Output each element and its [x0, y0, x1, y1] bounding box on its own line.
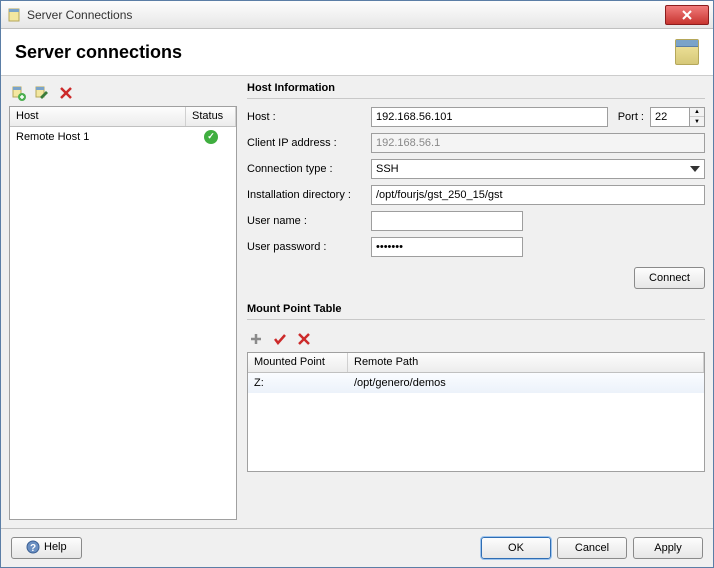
col-header-host[interactable]: Host — [10, 107, 186, 126]
server-icon — [675, 39, 699, 65]
installdir-input[interactable] — [371, 185, 705, 205]
username-input[interactable] — [371, 211, 523, 231]
right-panel: Host Information Host : Port : ▲ ▼ — [247, 82, 705, 520]
table-row[interactable]: Remote Host 1 ✓ — [10, 127, 236, 147]
edit-host-icon — [34, 85, 50, 101]
page-title: Server connections — [15, 42, 675, 63]
host-name-cell: Remote Host 1 — [10, 129, 186, 145]
add-host-icon — [10, 85, 26, 101]
hostinfo-title: Host Information — [247, 82, 705, 94]
window: Server Connections Server connections — [0, 0, 714, 568]
help-label: Help — [44, 541, 67, 553]
edit-host-button[interactable] — [33, 84, 51, 102]
check-icon — [273, 332, 287, 346]
remote-path-cell: /opt/genero/demos — [348, 375, 704, 391]
mounted-point-cell: Z: — [248, 375, 348, 391]
mount-table: Mounted Point Remote Path Z: /opt/genero… — [247, 352, 705, 472]
footer: ? Help OK Cancel Apply — [1, 528, 713, 567]
conntype-select[interactable]: SSH — [371, 159, 705, 179]
col-header-remote-path[interactable]: Remote Path — [348, 353, 704, 372]
table-row[interactable]: Z: /opt/genero/demos — [248, 373, 704, 393]
add-host-button[interactable] — [9, 84, 27, 102]
window-title: Server Connections — [27, 8, 665, 22]
delete-icon — [59, 86, 73, 100]
delete-host-button[interactable] — [57, 84, 75, 102]
mount-table-header: Mounted Point Remote Path — [248, 353, 704, 373]
validate-mount-button[interactable] — [271, 330, 289, 348]
help-icon: ? — [26, 540, 40, 554]
svg-text:?: ? — [30, 543, 36, 554]
delete-icon — [297, 332, 311, 346]
status-ok-icon: ✓ — [204, 130, 218, 144]
header-area: Server connections — [1, 29, 713, 76]
body: Host Status Remote Host 1 ✓ Host Informa… — [1, 76, 713, 567]
plus-icon — [249, 332, 263, 346]
col-header-mounted-point[interactable]: Mounted Point — [248, 353, 348, 372]
host-label: Host : — [247, 111, 365, 123]
hosts-table: Host Status Remote Host 1 ✓ — [9, 106, 237, 520]
user-label: User name : — [247, 215, 365, 227]
cancel-button[interactable]: Cancel — [557, 537, 627, 559]
titlebar: Server Connections — [1, 1, 713, 29]
close-icon — [682, 10, 692, 20]
clientip-input — [371, 133, 705, 153]
add-mount-button[interactable] — [247, 330, 265, 348]
close-button[interactable] — [665, 5, 709, 25]
delete-mount-button[interactable] — [295, 330, 313, 348]
port-label: Port : — [618, 111, 644, 123]
password-input[interactable] — [371, 237, 523, 257]
port-down-button[interactable]: ▼ — [690, 117, 704, 126]
port-up-button[interactable]: ▲ — [690, 108, 704, 117]
apply-button[interactable]: Apply — [633, 537, 703, 559]
left-panel: Host Status Remote Host 1 ✓ — [9, 82, 237, 520]
ok-button[interactable]: OK — [481, 537, 551, 559]
hostinfo-divider — [247, 98, 705, 99]
installdir-label: Installation directory : — [247, 189, 365, 201]
connect-button[interactable]: Connect — [634, 267, 705, 289]
clientip-label: Client IP address : — [247, 137, 365, 149]
app-icon — [7, 8, 21, 22]
conntype-label: Connection type : — [247, 163, 365, 175]
host-input[interactable] — [371, 107, 608, 127]
mount-title: Mount Point Table — [247, 303, 705, 315]
help-button[interactable]: ? Help — [11, 537, 82, 559]
host-status-cell: ✓ — [186, 128, 236, 146]
mount-toolbar — [247, 328, 705, 352]
col-header-status[interactable]: Status — [186, 107, 236, 126]
hosts-table-header: Host Status — [10, 107, 236, 127]
port-input[interactable] — [650, 107, 690, 127]
hosts-toolbar — [9, 82, 237, 106]
port-spinner: ▲ ▼ — [650, 107, 705, 127]
pass-label: User password : — [247, 241, 365, 253]
mount-divider — [247, 319, 705, 320]
